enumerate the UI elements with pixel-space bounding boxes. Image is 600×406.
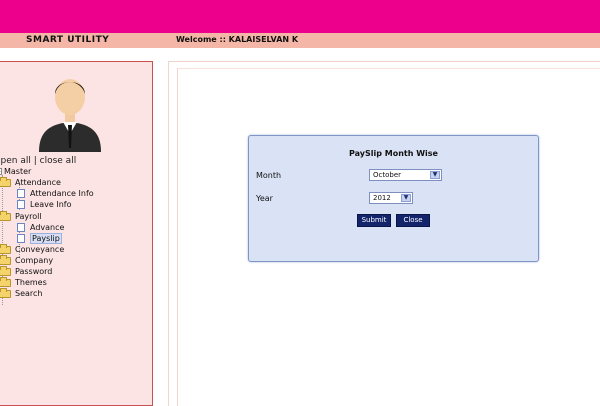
folder-icon xyxy=(0,176,11,187)
tree-label-leave-info: Leave Info xyxy=(30,200,72,209)
tree-label-search: Search xyxy=(15,289,43,298)
document-icon xyxy=(17,189,25,198)
tree-label-payroll: Payroll xyxy=(15,212,42,221)
separator: | xyxy=(33,156,37,166)
chevron-down-icon[interactable]: ▼ xyxy=(430,171,440,179)
tree-item-password[interactable]: Password xyxy=(0,265,53,277)
tree-label-company: Company xyxy=(15,256,54,265)
tree-item-attendance-info[interactable]: Attendance Info xyxy=(17,188,94,199)
panel-title: PaySlip Month Wise xyxy=(349,149,438,158)
welcome-text: Welcome :: KALAISELVAN K xyxy=(176,35,299,44)
folder-icon xyxy=(0,254,11,265)
tree-item-attendance[interactable]: Attendance xyxy=(0,176,61,188)
payslip-panel: PaySlip Month Wise Month October ▼ Year … xyxy=(248,135,539,262)
document-icon xyxy=(17,234,25,243)
folder-icon xyxy=(0,265,11,276)
close-all-link[interactable]: close all xyxy=(40,156,77,166)
document-icon xyxy=(17,223,25,232)
close-button[interactable]: Close xyxy=(396,214,430,227)
year-value: 2012 xyxy=(373,194,391,202)
folder-icon xyxy=(0,276,11,287)
tree-item-search[interactable]: Search xyxy=(0,287,43,299)
tree-item-payslip[interactable]: Payslip xyxy=(17,233,62,244)
tree-label-themes: Themes xyxy=(15,278,47,287)
tree-label-advance: Advance xyxy=(30,223,65,232)
app-title: SMART UTILITY xyxy=(26,35,110,45)
tree-label-payslip: Payslip xyxy=(30,233,62,244)
collapse-icon[interactable]: − xyxy=(0,168,2,175)
month-select[interactable]: October ▼ xyxy=(369,169,442,181)
submit-button[interactable]: Submit xyxy=(357,214,391,227)
open-all-link[interactable]: open all xyxy=(0,156,31,166)
tree-item-company[interactable]: Company xyxy=(0,254,54,266)
folder-icon xyxy=(0,243,11,254)
tree-label-attendance-info: Attendance Info xyxy=(30,189,94,198)
tree-item-themes[interactable]: Themes xyxy=(0,276,47,288)
year-label: Year xyxy=(256,194,273,203)
month-value: October xyxy=(373,171,402,179)
tree-item-payroll[interactable]: Payroll xyxy=(0,210,42,222)
folder-icon xyxy=(0,210,11,221)
header-bar: SMART UTILITY Welcome :: KALAISELVAN K xyxy=(0,33,600,48)
tree-label-conveyance: Conveyance xyxy=(15,245,65,254)
tree-item-conveyance[interactable]: Conveyance xyxy=(0,243,65,255)
folder-icon xyxy=(0,287,11,298)
tree-item-leave-info[interactable]: Leave Info xyxy=(17,199,71,210)
month-label: Month xyxy=(256,171,282,180)
tree-root-master[interactable]: − Master xyxy=(0,166,31,177)
tree-label-password: Password xyxy=(15,267,53,276)
chevron-down-icon[interactable]: ▼ xyxy=(401,194,411,202)
sidebar: open all | close all − Master Attendance… xyxy=(0,61,153,406)
user-avatar xyxy=(39,79,101,152)
tree-label-master: Master xyxy=(4,167,32,176)
top-banner xyxy=(0,0,600,33)
tree-item-advance[interactable]: Advance xyxy=(17,222,64,233)
tree-controls: open all | close all xyxy=(0,156,76,166)
document-icon xyxy=(17,200,25,209)
tree-label-attendance: Attendance xyxy=(15,178,61,187)
year-select[interactable]: 2012 ▼ xyxy=(369,192,413,204)
